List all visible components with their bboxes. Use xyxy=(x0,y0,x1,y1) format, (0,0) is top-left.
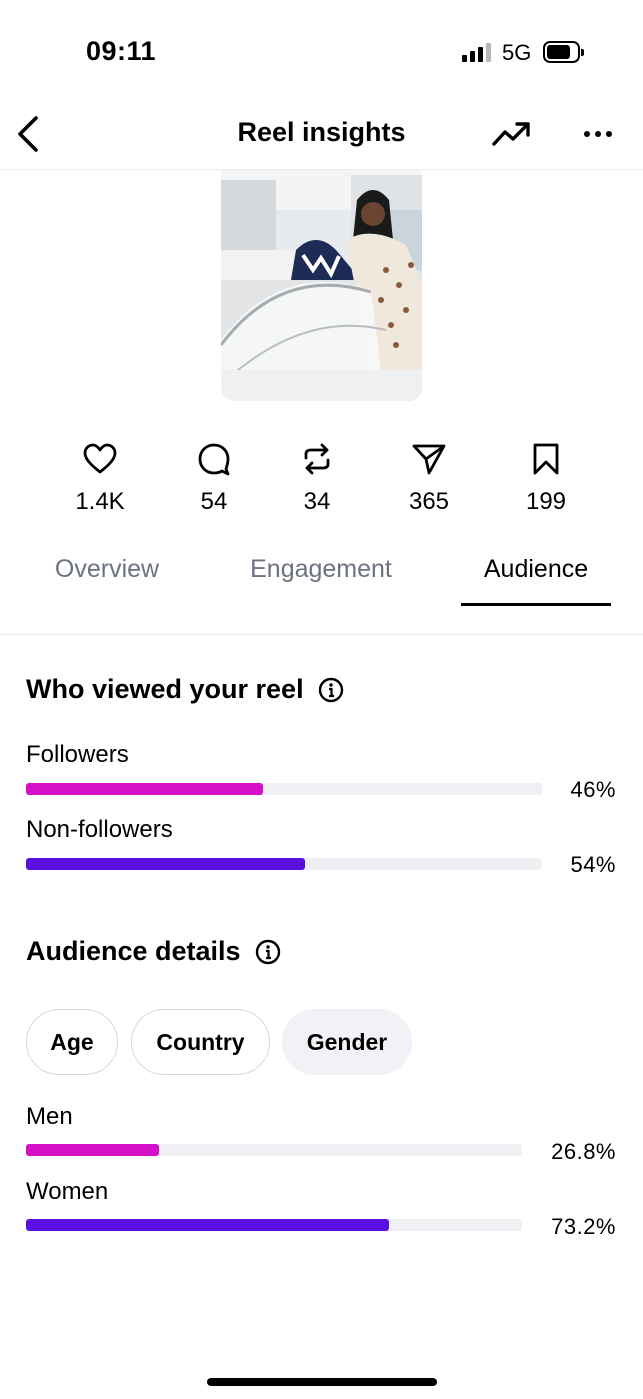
section-title-text: Who viewed your reel xyxy=(26,674,304,704)
comment-icon xyxy=(159,440,269,478)
share-icon xyxy=(374,440,484,478)
metric-value: 1.4K xyxy=(75,488,125,515)
followers-label: Followers xyxy=(26,741,129,768)
status-time: 09:11 xyxy=(86,36,157,66)
non-followers-bar xyxy=(26,858,542,870)
women-bar xyxy=(26,1219,522,1231)
section-title-text: Audience details xyxy=(26,936,241,966)
non-followers-bar-fill xyxy=(26,858,305,870)
insights-tabs: Overview Engagement Audience xyxy=(0,550,643,635)
men-value: 26.8% xyxy=(551,1139,616,1164)
metric-value: 365 xyxy=(408,488,450,515)
signal-icon xyxy=(462,42,492,62)
trending-up-icon[interactable] xyxy=(490,116,534,152)
tab-engagement[interactable]: Engagement xyxy=(246,554,396,584)
metric-likes: 1.4K xyxy=(45,440,155,516)
followers-bar-fill xyxy=(26,783,264,795)
metric-value: 199 xyxy=(525,488,567,515)
active-tab-indicator xyxy=(461,603,611,606)
metric-saves: 199 xyxy=(491,440,601,516)
network-type: 5G xyxy=(502,40,532,65)
women-label: Women xyxy=(26,1178,109,1205)
more-horizontal-icon[interactable] xyxy=(578,116,618,152)
reel-thumbnail[interactable] xyxy=(221,170,422,401)
metric-value: 34 xyxy=(303,488,331,515)
section-title-audience-details: Audience details xyxy=(26,936,281,967)
metric-comments: 54 xyxy=(159,440,269,516)
info-icon[interactable] xyxy=(255,939,281,965)
chip-age[interactable]: Age xyxy=(26,1009,118,1075)
page-title: Reel insights xyxy=(237,117,406,147)
repost-icon xyxy=(262,440,372,478)
status-bar: 09:11 5G xyxy=(0,0,643,100)
metric-reposts: 34 xyxy=(262,440,372,516)
metric-shares: 365 xyxy=(374,440,484,516)
tab-overview[interactable]: Overview xyxy=(32,554,182,584)
nav-bar: Reel insights xyxy=(0,100,643,170)
followers-value: 46% xyxy=(570,777,616,802)
section-title-viewers: Who viewed your reel xyxy=(26,674,344,705)
metrics-row: 1.4K 54 34 365 199 xyxy=(0,440,643,530)
men-bar xyxy=(26,1144,522,1156)
men-bar-fill xyxy=(26,1144,159,1156)
home-indicator[interactable] xyxy=(207,1378,437,1386)
women-bar-fill xyxy=(26,1219,390,1231)
tab-audience[interactable]: Audience xyxy=(461,554,611,584)
men-label: Men xyxy=(26,1103,73,1130)
metric-value: 54 xyxy=(200,488,228,515)
heart-icon xyxy=(45,440,155,478)
info-icon[interactable] xyxy=(318,677,344,703)
bookmark-icon xyxy=(491,440,601,478)
chip-country[interactable]: Country xyxy=(131,1009,270,1075)
women-value: 73.2% xyxy=(551,1214,616,1239)
battery-icon xyxy=(543,41,584,63)
followers-bar xyxy=(26,783,542,795)
chip-gender[interactable]: Gender xyxy=(282,1009,412,1075)
non-followers-label: Non-followers xyxy=(26,816,173,843)
non-followers-value: 54% xyxy=(570,852,616,877)
